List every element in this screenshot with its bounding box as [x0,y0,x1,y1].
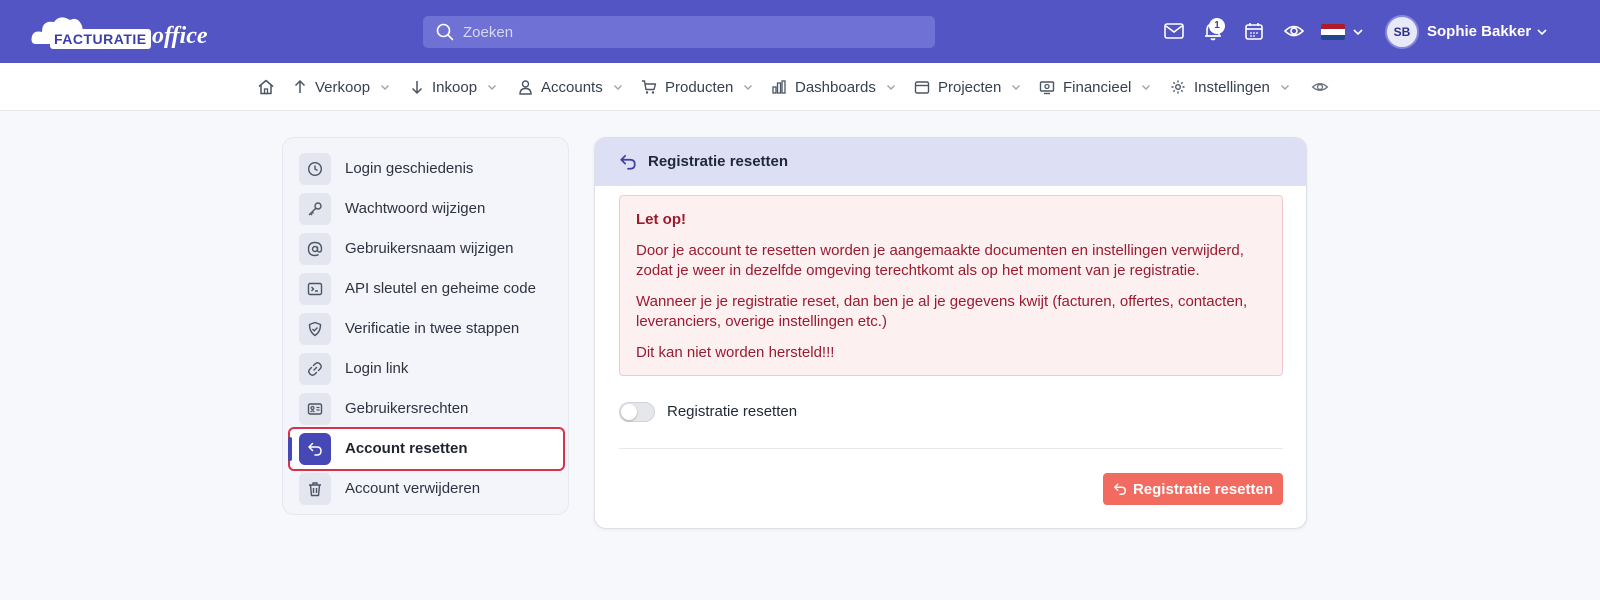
sidebar-item-label: Login link [345,360,409,377]
card-header: Registratie resetten [595,138,1306,186]
arrow-up-icon [294,79,306,93]
home-icon [258,79,274,95]
reset-registration-button[interactable]: Registratie resetten [1103,473,1283,505]
sidebar-item-account-reset[interactable]: Account resetten [288,427,565,471]
search-box[interactable] [423,16,935,48]
shield-icon [299,313,331,345]
toggle-label: Registratie resetten [667,403,798,420]
logo-text-facturatie: FACTURATIE [50,29,151,49]
sidebar-item-login-history[interactable]: Login geschiedenis [283,150,570,188]
calendar-icon[interactable] [1243,20,1265,42]
card-title: Registratie resetten [648,153,789,170]
logo-text-office: office [152,23,208,49]
nav-producten[interactable]: Producten [641,63,753,111]
eye-icon[interactable] [1283,20,1305,42]
eye-icon [1311,83,1329,91]
folder-icon [914,81,930,94]
terminal-icon [299,273,331,305]
alert-title: Let op! [636,211,686,228]
nav-label: Producten [665,78,734,96]
user-icon [519,80,532,95]
sidebar-item-change-username[interactable]: Gebruikersnaam wijzigen [283,230,570,268]
chevron-down-icon[interactable] [1352,26,1364,38]
chevron-down-icon [744,85,753,90]
trash-icon [299,473,331,505]
nav-label: Projecten [938,78,1002,96]
sidebar-item-login-link[interactable]: Login link [283,350,570,388]
alert-paragraph: Door je account te resetten worden je aa… [636,242,1244,279]
alert-paragraph: Dit kan niet worden hersteld!!! [636,344,835,361]
reset-toggle[interactable] [619,402,655,422]
nav-label: Accounts [541,78,603,96]
sidebar-item-label: Gebruikersrechten [345,400,469,417]
nav-home[interactable] [257,63,275,111]
nav-projecten[interactable]: Projecten [914,63,1021,111]
nav-accounts[interactable]: Accounts [518,63,623,111]
nav-eye[interactable] [1311,63,1329,111]
active-indicator [288,437,292,461]
sidebar-item-two-step[interactable]: Verificatie in twee stappen [283,310,570,348]
nav-label: Verkoop [315,78,371,96]
arrow-down-icon [411,81,423,95]
chevron-down-icon [1280,85,1289,90]
sidebar-item-label: Verificatie in twee stappen [345,320,520,337]
gear-icon [1171,80,1185,94]
reset-card: Registratie resetten Let op! Door je acc… [594,137,1307,529]
undo-icon [299,433,331,465]
sidebar-item-api-key[interactable]: API sleutel en geheime code [283,270,570,308]
money-icon [1039,81,1055,95]
chevron-down-icon [488,85,497,90]
notification-badge: 1 [1209,18,1225,34]
avatar[interactable]: SB [1385,15,1419,49]
sidebar-item-label: Login geschiedenis [345,160,474,177]
id-card-icon [299,393,331,425]
search-input[interactable] [463,16,923,48]
nav-dashboards[interactable]: Dashboards [771,63,896,111]
undo-icon [1114,483,1126,495]
nav-verkoop[interactable]: Verkoop [293,63,390,111]
sidebar-item-account-delete[interactable]: Account verwijderen [283,470,570,508]
toggle-knob [621,404,637,420]
search-icon [436,23,454,41]
chevron-down-icon [1012,85,1021,90]
sidebar-item-user-rights[interactable]: Gebruikersrechten [283,390,570,428]
clock-icon [299,153,331,185]
flag-nl-icon[interactable] [1321,24,1345,40]
mail-icon[interactable] [1163,20,1185,42]
cart-icon [642,80,657,94]
chevron-down-icon [1142,85,1151,90]
undo-icon [620,154,636,170]
key-icon [299,193,331,225]
sidebar-item-label: Gebruikersnaam wijzigen [345,240,514,257]
alert-paragraph: Wanneer je je registratie reset, dan ben… [636,293,1248,330]
settings-sidebar: Login geschiedenis Wachtwoord wijzigen G… [282,137,569,515]
sidebar-item-change-password[interactable]: Wachtwoord wijzigen [283,190,570,228]
chevron-down-icon [613,85,622,90]
at-icon [299,233,331,265]
top-bar: FACTURATIE office 1 SB Sophie Bakker [0,0,1600,63]
sidebar-item-label: API sleutel en geheime code [345,280,536,297]
sidebar-item-label: Account verwijderen [345,480,481,497]
user-name[interactable]: Sophie Bakker [1427,22,1531,42]
button-label: Registratie resetten [1132,480,1274,498]
link-icon [299,353,331,385]
nav-label: Instellingen [1194,78,1270,96]
sidebar-item-label: Wachtwoord wijzigen [345,200,486,217]
nav-label: Dashboards [795,78,876,96]
main-nav: Verkoop Inkoop Accounts Producten Dashbo… [0,63,1600,111]
nav-label: Inkoop [432,78,478,96]
chevron-down-icon [886,85,895,90]
chevron-down-icon[interactable] [1536,26,1548,38]
divider [619,448,1283,449]
nav-label: Financieel [1063,78,1132,96]
warning-alert: Let op! Door je account te resetten word… [619,195,1283,376]
nav-financieel[interactable]: Financieel [1039,63,1151,111]
nav-instellingen[interactable]: Instellingen [1170,63,1290,111]
bar-chart-icon [772,80,786,94]
logo[interactable]: FACTURATIE office [30,14,210,52]
sidebar-item-label: Account resetten [345,440,468,457]
nav-inkoop[interactable]: Inkoop [410,63,497,111]
chevron-down-icon [381,85,390,90]
